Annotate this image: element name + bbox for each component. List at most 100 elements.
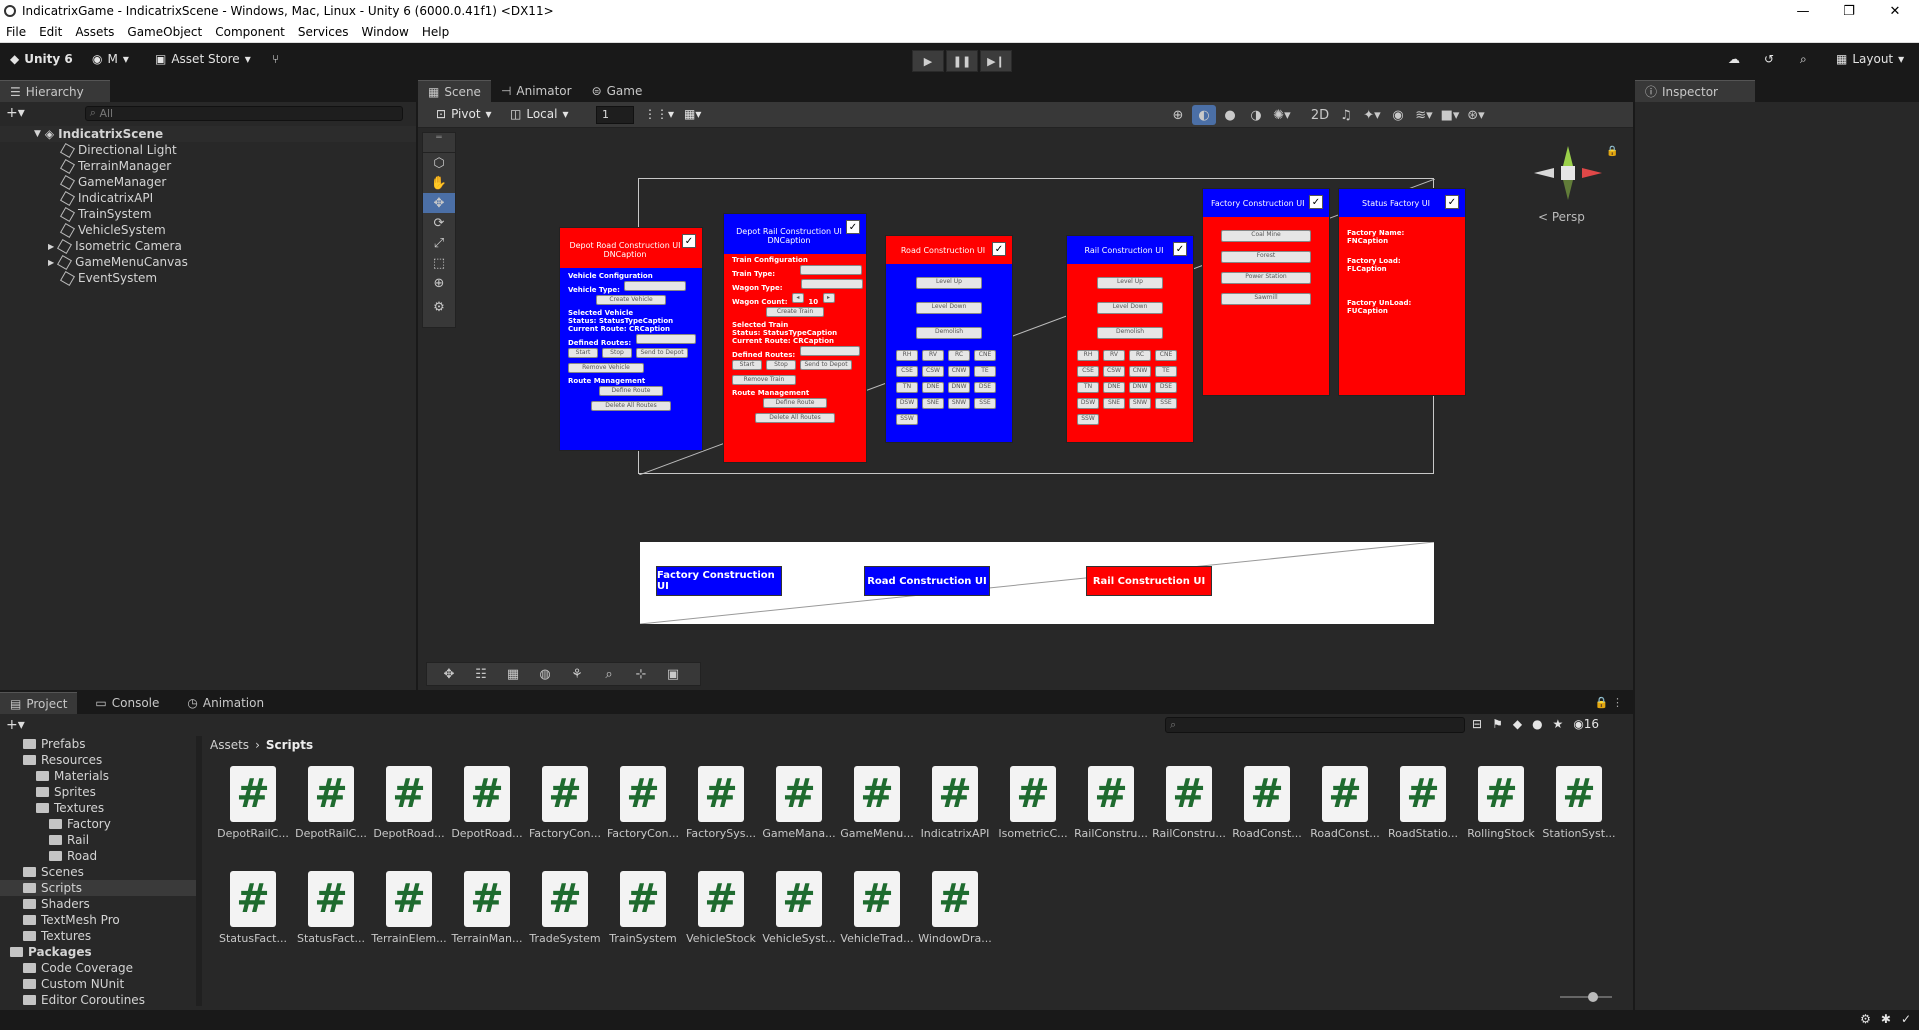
folder-tree-item[interactable]: Textures [0, 928, 196, 944]
pivot-dropdown[interactable]: ⊡ Pivot ▾ [436, 107, 492, 121]
folder-tree-item[interactable]: Factory [0, 816, 196, 832]
rotate-tool-icon[interactable]: ⟳ [423, 213, 455, 233]
piece-button[interactable]: SSW [896, 414, 918, 425]
close-checkbox[interactable]: ✓ [1173, 242, 1187, 256]
play-button[interactable]: ▶ [912, 50, 944, 72]
script-asset[interactable]: # RoadStatio... [1384, 766, 1462, 861]
account-button[interactable]: ◉ M ▾ [92, 52, 129, 66]
hierarchy-item[interactable]: ▶ GameMenuCanvas [0, 254, 416, 270]
2d-toggle-icon[interactable]: 2D [1308, 105, 1332, 125]
piece-button[interactable]: DSE [974, 382, 996, 393]
level-up-button[interactable]: Level Up [1097, 277, 1163, 289]
tab-console[interactable]: ▭ Console [85, 692, 169, 714]
script-asset[interactable]: # GameMenu... [838, 766, 916, 861]
send-to-depot-button[interactable]: Send to Depot [636, 348, 688, 358]
folder-tree-item[interactable]: Code Coverage [0, 960, 196, 976]
road-construction-ui-button[interactable]: Road Construction UI [864, 566, 990, 596]
level-down-button[interactable]: Level Down [916, 302, 982, 314]
folder-tree-item[interactable]: Packages [0, 944, 196, 960]
forest-button[interactable]: Forest [1221, 251, 1311, 263]
asset-store-button[interactable]: ▣ Asset Store ▾ [155, 52, 251, 66]
folder-tree-item[interactable]: Rail [0, 832, 196, 848]
orientation-gizmo[interactable]: < Persp [1528, 140, 1608, 230]
menu-file[interactable]: File [6, 25, 26, 39]
script-asset[interactable]: # StatusFact... [214, 871, 292, 966]
hierarchy-item[interactable]: GameManager [0, 174, 416, 190]
piece-button[interactable]: RC [1129, 350, 1151, 361]
piece-button[interactable]: DSE [1155, 382, 1177, 393]
script-asset[interactable]: # TerrainMan... [448, 871, 526, 966]
piece-button[interactable]: CNW [1129, 366, 1151, 377]
piece-button[interactable]: SNW [948, 398, 970, 409]
custom-tool-icon[interactable]: ⚙ [423, 297, 455, 317]
script-asset[interactable]: # StationSyst... [1540, 766, 1618, 861]
stop-button[interactable]: Stop [766, 360, 796, 370]
piece-button[interactable]: RC [948, 350, 970, 361]
add-button[interactable]: +▾ [6, 717, 25, 733]
script-asset[interactable]: # DepotRoad... [448, 766, 526, 861]
script-asset[interactable]: # RoadConst... [1228, 766, 1306, 861]
define-route-button[interactable]: Define Route [763, 398, 827, 408]
debug-icon[interactable]: ⚙ [1860, 1012, 1871, 1026]
hierarchy-item[interactable]: IndicatrixAPI [0, 190, 416, 206]
piece-button[interactable]: CNW [948, 366, 970, 377]
train-type-dropdown[interactable] [799, 265, 862, 275]
piece-button[interactable]: DNW [948, 382, 970, 393]
cloud-icon[interactable]: ☁ [1728, 52, 1740, 66]
menu-gameobject[interactable]: GameObject [127, 25, 202, 39]
menu-help[interactable]: Help [422, 25, 449, 39]
piece-button[interactable]: SSE [1155, 398, 1177, 409]
script-asset[interactable]: # FactoryCon... [526, 766, 604, 861]
grid-size-input[interactable]: 1 [596, 106, 634, 124]
piece-button[interactable]: RH [896, 350, 918, 361]
piece-button[interactable]: DNW [1129, 382, 1151, 393]
project-search-input[interactable]: ⌕ [1165, 717, 1465, 733]
move-overlay-icon[interactable]: ✥ [435, 664, 463, 684]
close-button[interactable]: ✕ [1872, 0, 1918, 22]
rail-construction-ui-button[interactable]: Rail Construction UI [1086, 566, 1212, 596]
hierarchy-item[interactable]: Directional Light [0, 142, 416, 158]
tab-scene[interactable]: ▦ Scene [418, 80, 491, 102]
piece-button[interactable]: CNE [974, 350, 996, 361]
tab-game[interactable]: ⊜ Game [582, 80, 653, 102]
wagon-type-dropdown[interactable] [800, 279, 863, 289]
piece-button[interactable]: DNE [1103, 382, 1125, 393]
move-tool-icon[interactable]: ✥ [423, 193, 455, 213]
sawmill-button[interactable]: Sawmill [1221, 293, 1311, 305]
start-button[interactable]: Start [568, 348, 598, 358]
effects-icon[interactable]: ✦▾ [1360, 105, 1384, 125]
slider-thumb[interactable] [1588, 992, 1598, 1002]
piece-button[interactable]: DSW [1077, 398, 1099, 409]
piece-button[interactable]: TE [974, 366, 996, 377]
piece-button[interactable]: DNE [922, 382, 944, 393]
version-control-icon[interactable]: ⑂ [272, 52, 279, 66]
script-asset[interactable]: # TerrainElem... [370, 871, 448, 966]
folder-tree-item[interactable]: Sprites [0, 784, 196, 800]
close-checkbox[interactable]: ✓ [992, 242, 1006, 256]
start-button[interactable]: Start [732, 360, 762, 370]
local-dropdown[interactable]: ◫ Local ▾ [510, 107, 568, 121]
script-asset[interactable]: # WindowDra... [916, 871, 994, 966]
piece-button[interactable]: TN [1077, 382, 1099, 393]
layout-dropdown[interactable]: ▦ Layout ▾ [1836, 52, 1904, 66]
piece-button[interactable]: RH [1077, 350, 1099, 361]
hierarchy-search-input[interactable]: ⌕ All [84, 105, 403, 121]
level-up-button[interactable]: Level Up [916, 277, 982, 289]
paint-icon[interactable]: ⚘ [563, 664, 591, 684]
delete-all-routes-button[interactable]: Delete All Routes [755, 413, 835, 423]
sphere-icon[interactable]: ● [1218, 105, 1242, 125]
menu-services[interactable]: Services [298, 25, 349, 39]
close-checkbox[interactable]: ✓ [1445, 195, 1459, 209]
unity-version-button[interactable]: ◆ Unity 6 [10, 52, 73, 66]
tab-hierarchy[interactable]: ☰ Hierarchy [0, 80, 110, 102]
draw-mode-icon[interactable]: ⊕ [1166, 105, 1190, 125]
piece-button[interactable]: CSW [922, 366, 944, 377]
script-asset[interactable]: # VehicleSyst... [760, 871, 838, 966]
script-asset[interactable]: # DepotRoad... [370, 766, 448, 861]
demolish-button[interactable]: Demolish [1097, 327, 1163, 339]
script-asset[interactable]: # FactorySys... [682, 766, 760, 861]
remove-vehicle-button[interactable]: Remove Vehicle [568, 363, 644, 373]
script-asset[interactable]: # VehicleTrad... [838, 871, 916, 966]
lock-icon[interactable]: 🔒 [1606, 146, 1618, 157]
piece-button[interactable]: SNE [922, 398, 944, 409]
